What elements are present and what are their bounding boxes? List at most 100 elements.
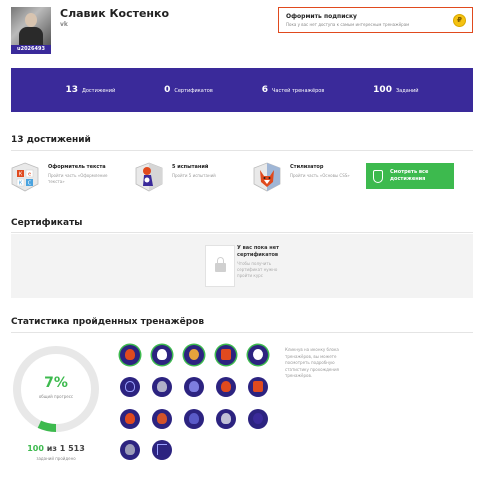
stat-label: Сертификатов xyxy=(174,88,213,94)
user-name: Славик Костенко xyxy=(60,7,170,20)
trainer-block-icon[interactable] xyxy=(248,409,268,429)
achievements-title: 13 достижений xyxy=(11,135,91,145)
trainer-block-icon[interactable] xyxy=(248,377,268,397)
trainer-block-icon[interactable] xyxy=(216,345,236,365)
achievement-text: Оформитель текста Пройти часть «Оформлен… xyxy=(48,164,108,192)
tasks-count-label: заданий пройдено xyxy=(36,456,76,461)
trainer-block-icon[interactable] xyxy=(184,377,204,397)
tasks-total: 1 513 xyxy=(59,444,85,453)
trainers-hint: Кликнув на иконку блока тренажёров, вы м… xyxy=(285,347,355,380)
fox-face-icon xyxy=(125,413,135,424)
user-id-badge: u2026493 xyxy=(11,45,51,54)
achievement-desc: Пройти часть «Оформление текста» xyxy=(48,173,108,184)
stat-trainer-parts: 6 Частей тренажёров xyxy=(262,85,325,95)
stat-tasks: 100 Заданий xyxy=(373,85,418,95)
avatar[interactable] xyxy=(11,7,51,45)
divider xyxy=(11,232,473,233)
divider xyxy=(11,332,473,333)
achievement-text: 5 испытаний Пройти 5 испытаний xyxy=(172,164,232,192)
all-achievements-label: Смотреть все достижения xyxy=(390,169,428,183)
divider xyxy=(11,150,473,151)
all-achievements-line: достижения xyxy=(390,176,426,182)
trainer-block-icon[interactable] xyxy=(152,409,172,429)
achievement-item[interactable]: Стилизатор Пройти часть «Основы CSS» xyxy=(253,162,350,192)
achievement-title: 5 испытаний xyxy=(172,164,209,170)
coin-icon: ₽ xyxy=(453,14,466,27)
house-icon xyxy=(253,381,263,392)
trainer-block-icon[interactable] xyxy=(152,440,172,460)
achievement-item[interactable]: 5 испытаний Пройти 5 испытаний xyxy=(135,162,232,192)
cat-face-icon xyxy=(157,413,167,424)
cert-title-line: У вас пока нет xyxy=(237,245,279,251)
stats-bar: 13 Достижений 0 Сертификатов 6 Частей тр… xyxy=(11,68,473,112)
achievement-desc: Пройти 5 испытаний xyxy=(172,173,216,178)
subscribe-title: Оформить подписку xyxy=(286,13,357,20)
stat-num: 6 xyxy=(261,85,268,95)
cert-desc-line: пройти курс xyxy=(237,273,263,278)
trainer-block-icon[interactable] xyxy=(152,345,172,365)
moon-icon xyxy=(253,413,263,424)
avatar-face xyxy=(25,13,37,27)
flask-icon xyxy=(189,381,199,392)
trainer-block-icon[interactable] xyxy=(120,409,140,429)
egg-icon xyxy=(125,381,135,392)
cat-badge-icon xyxy=(135,162,163,192)
trainer-block-icon[interactable] xyxy=(184,345,204,365)
svg-text:К: К xyxy=(19,181,23,187)
trainers-stats-title: Статистика пройденных тренажёров xyxy=(11,317,205,327)
stat-certificates: 0 Сертификатов xyxy=(164,85,213,95)
trainer-block-icon[interactable] xyxy=(120,377,140,397)
trainer-block-icon[interactable] xyxy=(248,345,268,365)
castle-icon xyxy=(157,349,167,360)
achievement-title: Стилизатор xyxy=(290,164,324,170)
all-achievements-line: Смотреть все xyxy=(390,169,429,175)
robot-icon xyxy=(157,381,167,392)
progress-label: общий прогресс xyxy=(38,394,74,399)
certificate-lock-icon xyxy=(205,245,235,287)
tasks-of: из xyxy=(46,444,57,453)
subscribe-banner[interactable]: Оформить подписку Пока у вас нет доступа… xyxy=(278,7,473,33)
pole-icon xyxy=(157,444,167,455)
certificates-empty-desc: Чтобы получить сертификат нужно пройти к… xyxy=(237,261,277,279)
stat-num: 0 xyxy=(164,85,171,95)
achievement-text: Стилизатор Пройти часть «Основы CSS» xyxy=(290,164,350,192)
trainer-block-icon[interactable] xyxy=(120,440,140,460)
vk-icon[interactable]: vk xyxy=(60,21,68,28)
svg-text:К: К xyxy=(19,172,23,178)
trainer-block-icon[interactable] xyxy=(216,409,236,429)
phone-icon xyxy=(221,413,231,424)
trainer-block-icon[interactable] xyxy=(216,377,236,397)
progress-percent: 7% xyxy=(44,375,68,391)
cat-icon xyxy=(125,349,135,360)
subscribe-description: Пока у вас нет доступа к самым интересны… xyxy=(286,22,410,27)
lock-body xyxy=(215,263,226,272)
badge-icon xyxy=(373,169,383,183)
trainer-block-icon[interactable] xyxy=(152,377,172,397)
avatar-body xyxy=(19,27,43,45)
fox-badge-icon xyxy=(253,162,281,192)
ticket-icon xyxy=(221,349,231,360)
trainer-block-icon[interactable] xyxy=(184,409,204,429)
all-achievements-button[interactable]: Смотреть все достижения xyxy=(366,163,454,189)
cake-icon xyxy=(189,349,199,360)
stat-label: Частей тренажёров xyxy=(271,88,325,94)
profile-header: u2026493 Славик Костенко vk Оформить под… xyxy=(0,0,484,60)
achievement-item[interactable]: К е К С Оформитель текста Пройти часть «… xyxy=(11,162,108,192)
stat-label: Заданий xyxy=(395,88,419,94)
fox-icon xyxy=(221,381,231,392)
gear-icon xyxy=(125,444,135,455)
planet-icon xyxy=(253,349,263,360)
bird-icon xyxy=(189,413,199,424)
svg-text:С: С xyxy=(28,181,32,187)
trainer-block-icon[interactable] xyxy=(120,345,140,365)
stat-label: Достижений xyxy=(81,88,116,94)
hint-line: тренажёров. xyxy=(285,373,313,378)
kek-badge-icon: К е К С xyxy=(11,162,39,192)
svg-text:е: е xyxy=(28,172,31,178)
achievement-desc: Пройти часть «Основы CSS» xyxy=(290,173,350,178)
stat-achievements: 13 Достижений xyxy=(65,85,115,95)
stat-num: 13 xyxy=(65,85,78,95)
cert-title-line: сертификатов xyxy=(237,252,279,258)
tasks-done: 100 xyxy=(27,444,44,453)
stat-num: 100 xyxy=(373,85,392,95)
